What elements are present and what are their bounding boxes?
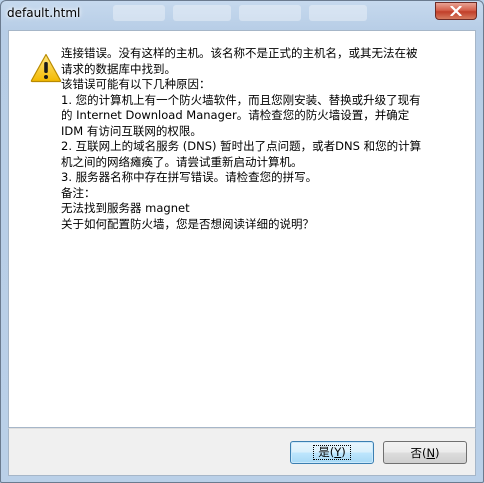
background-tab-blur (173, 5, 231, 21)
message-line: 1. 您的计算机上有一个防火墙软件，而且您刚安装、替换或升级了现有 (61, 92, 421, 107)
dialog-window: default.html 连接错误。没有这样的主机。该名称不是正式的主机名，或其… (0, 0, 484, 483)
message-line: 连接错误。没有这样的主机。该名称不是正式的主机名，或其无法在被 (61, 46, 418, 60)
no-button-label: 否(N) (410, 445, 440, 460)
message-line: 无法找到服务器 magnet (61, 201, 190, 215)
background-tab-blur (309, 5, 367, 21)
message-line: 该错误可能有以下几种原因： (61, 77, 211, 91)
message-line: 3. 服务器名称中存在拼写错误。请检查您的拼写。 (61, 170, 318, 184)
message-line: 关于如何配置防火墙，您是否想阅读详细的说明？ (61, 216, 314, 231)
yes-button-label: 是(Y) (313, 445, 351, 460)
dialog-content: 连接错误。没有这样的主机。该名称不是正式的主机名，或其无法在被 请求的数据库中找… (8, 30, 476, 428)
yes-button[interactable]: 是(Y) (290, 441, 374, 464)
background-tab-blur (239, 5, 301, 21)
message-text: 连接错误。没有这样的主机。该名称不是正式的主机名，或其无法在被 请求的数据库中找… (61, 46, 461, 232)
message-line: 的 Internet Download Manager。请检查您的防火墙设置，并… (61, 108, 410, 122)
message-line: 备注： (61, 185, 96, 200)
warning-icon (30, 53, 62, 83)
message-line: 机之间的网络瘫痪了。请尝试重新启动计算机。 (61, 154, 303, 169)
message-line: 2. 互联网上的域名服务 (DNS) 暂时出了点问题，或者DNS 和您的计算 (61, 139, 422, 153)
close-button[interactable] (435, 2, 477, 20)
message-line: IDM 有访问互联网的权限。 (61, 123, 202, 138)
message-line: 请求的数据库中找到。 (61, 61, 176, 76)
window-title: default.html (7, 6, 81, 20)
no-button[interactable]: 否(N) (383, 441, 467, 464)
background-tab-blur (113, 5, 165, 21)
title-bar[interactable]: default.html (1, 1, 483, 29)
close-icon (450, 6, 462, 16)
button-bar: 是(Y) 否(N) (8, 428, 476, 476)
